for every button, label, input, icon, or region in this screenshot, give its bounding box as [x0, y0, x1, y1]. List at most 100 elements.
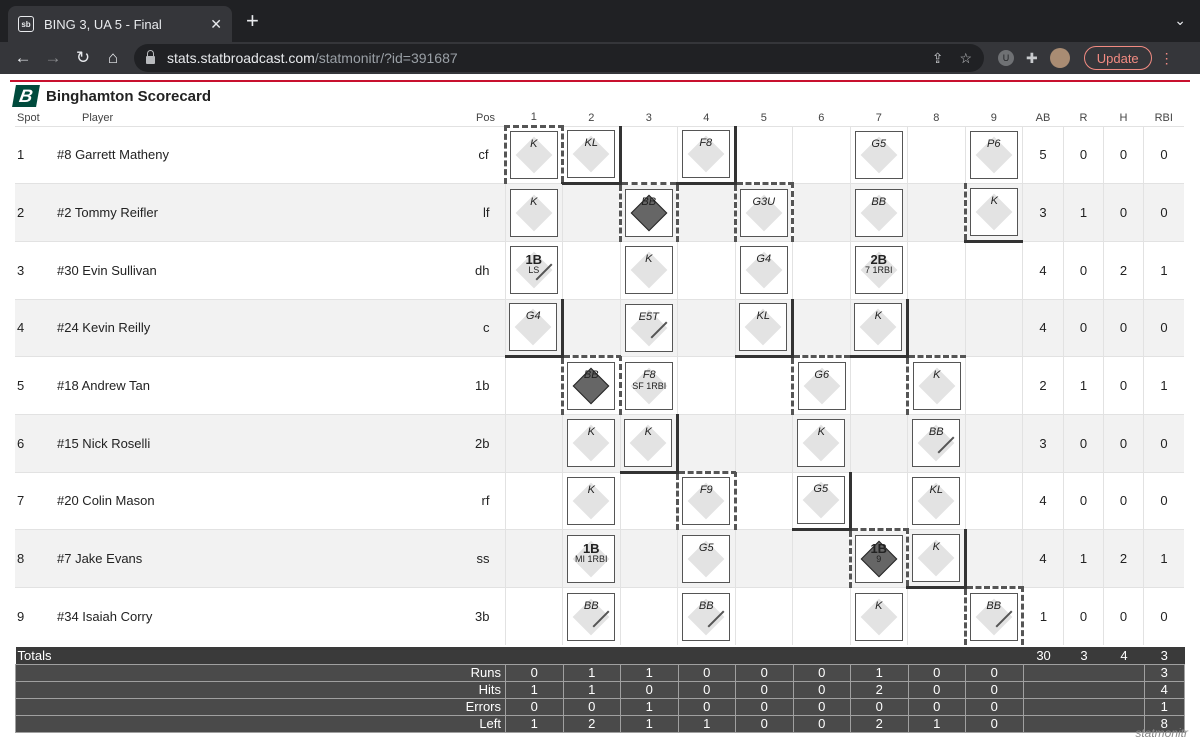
extension-icon[interactable]: U [998, 50, 1014, 66]
ab-cell: 4 [1022, 529, 1064, 588]
bookmark-star-icon[interactable]: ☆ [959, 50, 972, 67]
line-score-value: 0 [965, 714, 1024, 733]
at-bat-box[interactable]: K [912, 534, 961, 583]
at-bat-result: BB [986, 600, 1002, 613]
at-bat-box[interactable]: G6 [797, 362, 846, 411]
at-bat-box[interactable]: BB [682, 592, 731, 641]
inning-cell [964, 241, 1023, 300]
at-bat-box[interactable]: K [854, 303, 903, 352]
inning-cell [677, 299, 735, 357]
inning-cell: K [504, 183, 563, 242]
line-score-value: 0 [735, 680, 794, 699]
inning-cell: K [906, 355, 965, 415]
at-bat-box[interactable]: KL [567, 130, 616, 179]
address-bar[interactable]: stats.statbroadcast.com /statmonitr/?id=… [134, 44, 984, 72]
inning-cell: E5T [619, 299, 678, 357]
at-bat-box[interactable]: G4 [739, 246, 788, 295]
reload-icon[interactable]: ↻ [68, 48, 98, 68]
inning-cell: KL [734, 299, 794, 359]
runs-cell: 0 [1063, 241, 1104, 300]
at-bat-box[interactable]: 1B MI 1RBI [567, 534, 616, 583]
at-bat-box[interactable]: KL [739, 303, 788, 352]
at-bat-box[interactable]: K [970, 188, 1019, 237]
at-bat-result: BB [698, 599, 714, 612]
new-tab-icon[interactable]: + [246, 8, 259, 34]
at-bat-box[interactable]: E5T [624, 303, 673, 352]
at-bat-box[interactable]: G4 [509, 303, 558, 352]
line-score-value: 0 [965, 680, 1024, 699]
line-score-value: 2 [850, 680, 909, 699]
inning-cell: F9 [676, 470, 737, 530]
inning-cell [792, 183, 850, 242]
at-bat-box[interactable]: BB [969, 593, 1018, 642]
at-bat-box[interactable]: K [797, 419, 846, 468]
inning-cell [734, 126, 793, 184]
table-row: 4 #24 Kevin Reilly c G4 E5T KL K 4 0 0 0 [15, 299, 1184, 359]
at-bat-box[interactable]: KL [912, 476, 961, 525]
inning-cell: BB [562, 587, 620, 646]
puzzle-icon[interactable]: ✚ [1026, 50, 1038, 67]
rbi-cell: 0 [1143, 472, 1184, 530]
profile-avatar[interactable] [1049, 48, 1070, 68]
tab-search-chevron-icon[interactable]: ⌄ [1174, 12, 1186, 29]
line-score-value: 1 [505, 714, 564, 733]
position-cell: 1b [475, 378, 490, 394]
at-bat-box[interactable]: K [567, 476, 616, 525]
browser-tab[interactable]: sb BING 3, UA 5 - Final ✕ [8, 6, 232, 42]
at-bat-box[interactable]: K [509, 188, 558, 237]
at-bat-result: KL [756, 310, 770, 323]
line-score-value: 1 [907, 714, 966, 733]
at-bat-detail: 9 [876, 554, 882, 565]
menu-kebab-icon[interactable]: ⋮ [1160, 50, 1174, 67]
at-bat-box[interactable]: F8 [681, 130, 730, 179]
spot-cell: 8 [15, 529, 55, 588]
at-bat-box[interactable]: G5 [796, 476, 845, 525]
at-bat-box[interactable]: K [567, 419, 616, 468]
line-score-value: 0 [907, 663, 966, 682]
spot-cell: 6 [15, 414, 55, 473]
at-bat-detail: LS [528, 265, 540, 276]
at-bat-box[interactable]: K [854, 592, 903, 641]
at-bat-box[interactable]: F8 SF 1RBI [625, 361, 674, 410]
at-bat-box[interactable]: G3U [739, 189, 788, 238]
runs-cell: 1 [1063, 183, 1104, 242]
at-bat-box[interactable]: 1B 9 [854, 535, 903, 584]
accent-divider [10, 80, 1190, 82]
ab-cell: 4 [1022, 299, 1064, 357]
at-bat-result: G4 [525, 310, 541, 323]
back-icon[interactable]: ← [8, 48, 38, 68]
at-bat-box[interactable]: BB [567, 362, 616, 411]
at-bat-box[interactable]: G5 [854, 130, 903, 179]
at-bat-box[interactable]: BB [912, 419, 961, 468]
home-icon[interactable]: ⌂ [98, 48, 128, 68]
at-bat-box[interactable]: 1B LS [509, 246, 558, 295]
at-bat-box[interactable]: K [624, 246, 673, 295]
share-icon[interactable]: ⇪ [932, 50, 944, 67]
rbi-cell: 0 [1143, 183, 1184, 242]
forward-icon[interactable]: → [38, 48, 68, 68]
at-bat-box[interactable]: 2B 7 1RBI [854, 246, 903, 295]
line-score-label: Left [15, 714, 506, 733]
at-bat-box[interactable]: F9 [682, 477, 731, 526]
at-bat-box[interactable]: K [624, 418, 673, 467]
at-bat-result: KL [929, 483, 943, 496]
col-pos: Pos [476, 111, 495, 124]
inning-cell [677, 356, 735, 415]
at-bat-box[interactable]: P6 [969, 130, 1018, 179]
inning-cell [734, 472, 793, 530]
runs-cell: 0 [1063, 414, 1104, 473]
position-cell: lf [355, 183, 505, 242]
line-score-blank [1022, 680, 1145, 699]
line-score-value: 0 [562, 697, 621, 716]
at-bat-box[interactable]: K [509, 131, 558, 180]
at-bat-box[interactable]: BB [854, 188, 903, 237]
update-button[interactable]: Update [1083, 46, 1152, 70]
inning-cell [792, 126, 850, 184]
total-ab: 30 [1023, 647, 1065, 664]
close-tab-icon[interactable]: ✕ [210, 16, 222, 33]
col-inning-2: 2 [588, 111, 595, 124]
at-bat-box[interactable]: BB [567, 592, 616, 641]
at-bat-box[interactable]: BB [624, 189, 673, 238]
at-bat-box[interactable]: G5 [682, 534, 731, 583]
at-bat-box[interactable]: K [912, 362, 961, 411]
